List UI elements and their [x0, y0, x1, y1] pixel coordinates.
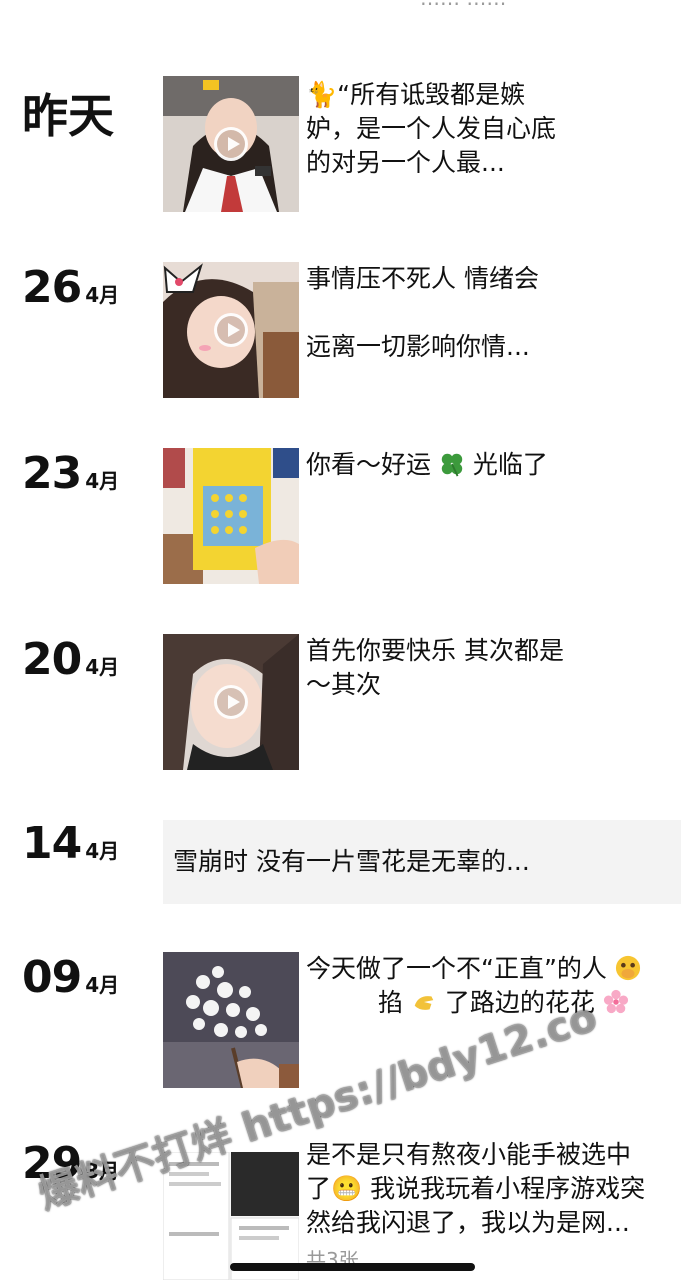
video-thumbnail[interactable] [163, 634, 299, 770]
date-month: 4月 [85, 283, 120, 307]
cherry-blossom-icon [603, 989, 628, 1014]
moment-caption: 事情压不死人 情绪会 远离一切影响你情... [306, 262, 686, 364]
caption-line: 今天做了一个不“正直”的人 [306, 952, 686, 986]
date-day: 14 [22, 818, 82, 869]
caption-line: 远离一切影响你情... [306, 332, 530, 361]
video-thumbnail[interactable] [163, 76, 299, 212]
caption-line: 是不是只有熬夜小能手被选中 [306, 1140, 632, 1169]
date-day: 20 [22, 634, 82, 685]
date-label: 14 4月 [22, 818, 119, 869]
moment-caption: 雪崩时 没有一片雪花是无辜的... [173, 847, 530, 876]
date-day: 29 [22, 1138, 82, 1189]
date-month: 4月 [85, 655, 120, 679]
caption-text: 掐 [378, 988, 404, 1017]
date-month: 3月 [85, 1159, 120, 1183]
moment-caption: 是不是只有熬夜小能手被选中 了😬 我说我玩着小程序游戏突 然给我闪退了，我以为是… [306, 1138, 686, 1240]
date-label: 29 3月 [22, 1138, 119, 1189]
text-only-post[interactable]: 雪崩时 没有一片雪花是无辜的... [163, 820, 681, 904]
moment-item-yesterday[interactable]: 昨天 🐈“所有诋毁都是嫉妒，是一个人发自心底的对另一个人最... [0, 76, 700, 216]
caption-text: 光临了 [472, 450, 548, 479]
moment-caption: 首先你要快乐 其次都是～其次 [306, 636, 564, 699]
moment-item-20-apr[interactable]: 20 4月 首先你要快乐 其次都是～其次 [0, 634, 700, 774]
date-day: 09 [22, 952, 82, 1003]
date-day: 26 [22, 262, 82, 313]
moment-item-26-apr[interactable]: 26 4月 事情压不死人 情绪会 远离一切影响你情... [0, 262, 700, 402]
moment-item-29-mar[interactable]: 29 3月 是不是只有熬夜小能手被选中 了😬 我说我玩着小程序游戏突 然给我闪退… [0, 1138, 700, 1280]
caption-text: 了路边的花花 [444, 988, 595, 1017]
date-label: 09 4月 [22, 952, 119, 1003]
moment-item-09-apr[interactable]: 09 4月 今天做了一个不“正直”的人 掐 了路边的花花 [0, 952, 700, 1092]
caption-line: 掐 了路边的花花 [306, 986, 686, 1020]
date-label: 26 4月 [22, 262, 119, 313]
caption-text: 你看～好运 [306, 450, 432, 479]
face-with-hand-over-mouth-icon [615, 955, 640, 981]
moment-item-23-apr[interactable]: 23 4月 你看～好运 光临了 [0, 448, 700, 588]
play-icon [214, 127, 248, 161]
moment-caption: 你看～好运 光临了 [306, 448, 686, 482]
white-flowers-image [163, 952, 299, 1088]
moment-caption: 🐈“所有诋毁都是嫉妒，是一个人发自心底的对另一个人最... [306, 80, 557, 177]
date-label: 20 4月 [22, 634, 119, 685]
moment-caption: 今天做了一个不“正直”的人 掐 了路边的花花 [306, 952, 686, 1020]
photo-thumbnail-collage[interactable] [163, 1152, 299, 1280]
date-month: 4月 [85, 469, 120, 493]
pinching-hand-icon [414, 996, 434, 1010]
date-word: 昨天 [22, 89, 114, 143]
date-day: 23 [22, 448, 82, 499]
caption-line: 然给我闪退了，我以为是网... [306, 1208, 630, 1237]
video-thumbnail[interactable] [163, 262, 299, 398]
play-icon [214, 685, 248, 719]
date-month: 4月 [85, 973, 120, 997]
date-label: 昨天 [22, 80, 114, 146]
play-icon [214, 313, 248, 347]
screenshot-collage-image [163, 1152, 299, 1280]
four-leaf-clover-icon [441, 453, 463, 477]
photo-thumbnail[interactable] [163, 448, 299, 584]
top-partial-header: …… …… [420, 0, 680, 8]
caption-text: 今天做了一个不“正直”的人 [306, 954, 607, 983]
photo-thumbnail[interactable] [163, 952, 299, 1088]
date-label: 23 4月 [22, 448, 119, 499]
home-indicator[interactable] [230, 1263, 475, 1271]
caption-line: 事情压不死人 情绪会 [306, 264, 539, 293]
lottery-ticket-image [163, 448, 299, 584]
caption-line: 了😬 我说我玩着小程序游戏突 [306, 1174, 646, 1203]
moment-item-14-apr[interactable]: 14 4月 雪崩时 没有一片雪花是无辜的... [0, 818, 700, 908]
date-month: 4月 [85, 839, 120, 863]
